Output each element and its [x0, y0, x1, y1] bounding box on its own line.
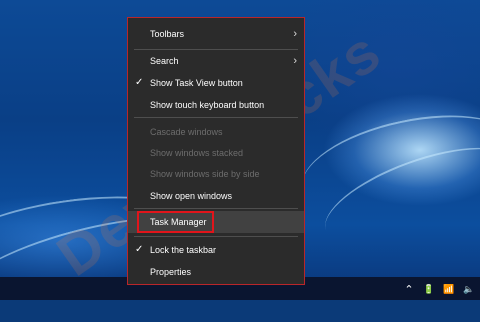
menu-item-cascade-windows: Cascade windows	[128, 121, 304, 143]
checkmark-icon: ✓	[135, 244, 144, 255]
menu-item-label: Show Task View button	[150, 78, 243, 88]
menu-item-windows-side-by-side: Show windows side by side	[128, 163, 304, 185]
chevron-up-icon[interactable]: ⌃	[402, 283, 416, 296]
menu-item-show-task-view[interactable]: ✓ Show Task View button	[128, 72, 304, 94]
menu-item-show-touch-keyboard[interactable]: Show touch keyboard button	[128, 94, 304, 116]
menu-item-label: Lock the taskbar	[150, 245, 217, 255]
system-tray: ⌃ 🔋 📶 🔈	[402, 281, 476, 297]
highlight-annotation	[137, 211, 214, 233]
checkmark-icon: ✓	[135, 77, 144, 88]
menu-separator	[134, 208, 298, 209]
menu-item-label: Show windows side by side	[150, 169, 260, 179]
menu-separator	[134, 117, 298, 118]
menu-item-label: Show open windows	[150, 191, 233, 201]
taskbar-context-menu: Toolbars › Search › ✓ Show Task View but…	[127, 17, 305, 285]
menu-item-label: Properties	[150, 267, 192, 277]
menu-item-properties[interactable]: Properties	[128, 261, 304, 283]
menu-item-label: Toolbars	[150, 29, 185, 39]
menu-item-label: Show touch keyboard button	[150, 100, 265, 110]
chevron-right-icon: ›	[293, 28, 297, 40]
volume-icon[interactable]: 🔈	[462, 284, 476, 295]
menu-item-windows-stacked: Show windows stacked	[128, 142, 304, 164]
battery-icon[interactable]: 🔋	[422, 284, 436, 295]
menu-item-label: Search	[150, 56, 179, 66]
menu-item-search[interactable]: Search ›	[128, 50, 304, 72]
chevron-right-icon: ›	[293, 55, 297, 67]
wifi-icon[interactable]: 📶	[442, 284, 456, 295]
menu-item-label: Show windows stacked	[150, 148, 244, 158]
menu-item-label: Cascade windows	[150, 127, 223, 137]
menu-item-show-open-windows[interactable]: Show open windows	[128, 185, 304, 207]
menu-item-lock-taskbar[interactable]: ✓ Lock the taskbar	[128, 239, 304, 261]
menu-item-toolbars[interactable]: Toolbars ›	[128, 23, 304, 45]
menu-separator	[134, 236, 298, 237]
